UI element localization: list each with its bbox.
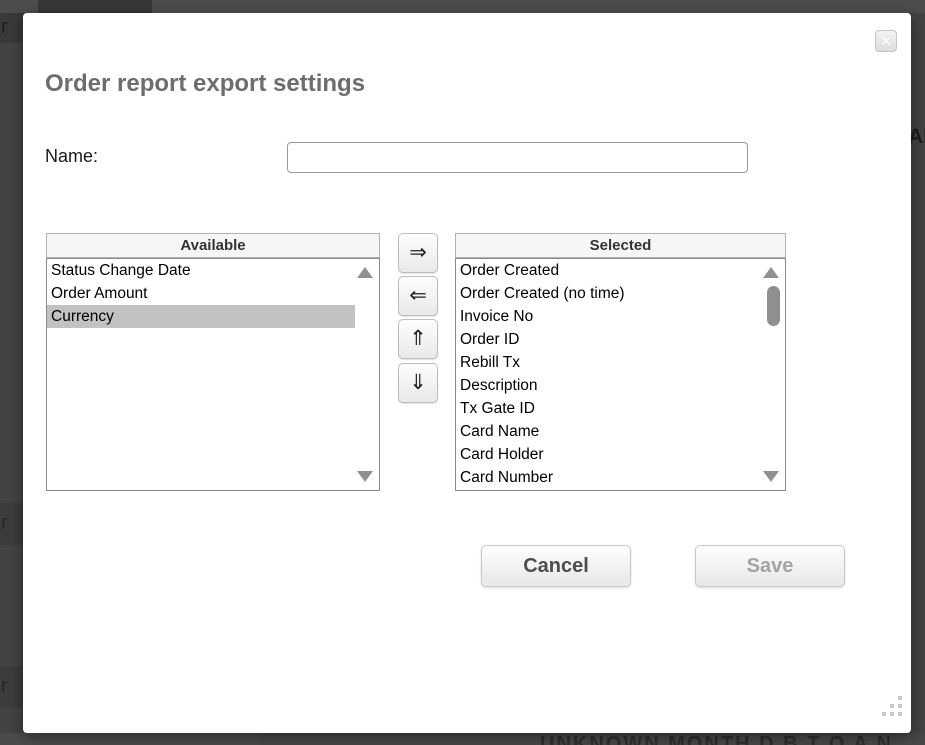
background-bottom-text: UNKNOWN MONTH D B T O A N: [540, 733, 925, 745]
background-row-fragment: r: [0, 503, 23, 545]
dialog-title: Order report export settings: [45, 70, 365, 98]
scroll-up-icon[interactable]: [357, 267, 373, 278]
available-item[interactable]: Currency: [47, 305, 355, 328]
save-button[interactable]: Save: [695, 545, 845, 587]
selected-item[interactable]: Card Holder: [456, 443, 761, 466]
selected-item[interactable]: Order ID: [456, 328, 761, 351]
resize-grip-icon[interactable]: [876, 696, 902, 718]
selected-item[interactable]: Tx Gate ID: [456, 397, 761, 420]
selected-list-header: Selected: [455, 233, 786, 258]
name-label: Name:: [45, 146, 98, 167]
selected-item[interactable]: Order Created (no time): [456, 282, 761, 305]
selected-list[interactable]: Order Created Order Created (no time) In…: [455, 258, 786, 491]
selected-item[interactable]: Rebill Tx: [456, 351, 761, 374]
move-left-button[interactable]: ⇐: [398, 276, 438, 316]
move-right-button[interactable]: ⇒: [398, 233, 438, 273]
background-bottom-block: [0, 733, 260, 745]
selected-item[interactable]: Invoice No: [456, 305, 761, 328]
background-bottom-strip: UNKNOWN MONTH D B T O A N: [0, 733, 925, 745]
move-up-button[interactable]: ⇑: [398, 319, 438, 359]
selected-item[interactable]: Card Number: [456, 466, 761, 489]
background-tab-fragment: [38, 0, 152, 13]
close-icon[interactable]: ✕: [875, 30, 897, 52]
name-input[interactable]: [287, 142, 748, 173]
cancel-button[interactable]: Cancel: [481, 545, 631, 587]
scroll-up-icon[interactable]: [763, 267, 779, 278]
available-item[interactable]: Status Change Date: [47, 259, 355, 282]
background-row-fragment: r: [0, 666, 23, 708]
scroll-down-icon[interactable]: [763, 471, 779, 482]
move-down-button[interactable]: ⇓: [398, 363, 438, 403]
selected-item[interactable]: Description: [456, 374, 761, 397]
available-item[interactable]: Order Amount: [47, 282, 355, 305]
selected-item[interactable]: Card Name: [456, 420, 761, 443]
available-list[interactable]: Status Change Date Order Amount Currency: [46, 258, 380, 491]
available-list-header: Available: [46, 233, 380, 258]
scroll-down-icon[interactable]: [357, 471, 373, 482]
selected-item[interactable]: Order Created: [456, 259, 761, 282]
export-settings-dialog: ✕ Order report export settings Name: Ava…: [23, 13, 911, 733]
scrollbar-thumb[interactable]: [767, 286, 780, 326]
